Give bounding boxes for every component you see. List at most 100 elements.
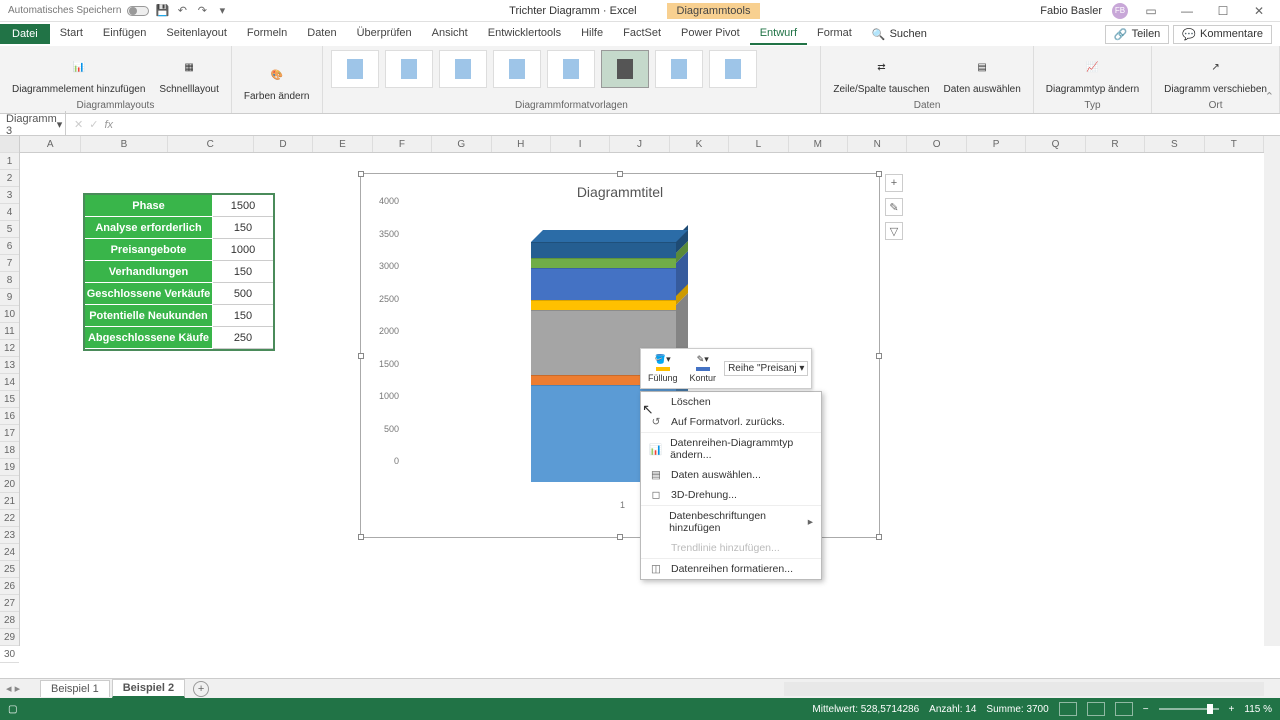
quick-layout-button[interactable]: ▦ Schnelllayout xyxy=(155,50,222,98)
chart-series-segment[interactable] xyxy=(531,300,676,310)
row-header[interactable]: 6 xyxy=(0,238,19,255)
table-row[interactable]: Geschlossene Verkäufe500 xyxy=(85,283,273,305)
ws-nav[interactable]: ◂ ▸ xyxy=(6,682,20,695)
col-header[interactable]: R xyxy=(1086,136,1145,152)
cm-changetype[interactable]: 📊Datenreihen-Diagrammtyp ändern... xyxy=(641,433,821,465)
col-header[interactable]: L xyxy=(729,136,788,152)
row-header[interactable]: 25 xyxy=(0,561,19,578)
view-pagebreak-button[interactable] xyxy=(1115,702,1133,716)
table-cell-value[interactable]: 250 xyxy=(213,327,273,349)
tab-file[interactable]: Datei xyxy=(0,24,50,44)
chart-style-thumb[interactable] xyxy=(493,50,541,88)
chart-title[interactable]: Diagrammtitel xyxy=(361,174,879,210)
table-cell-label[interactable]: Analyse erforderlich xyxy=(85,217,213,239)
avatar[interactable]: FB xyxy=(1112,3,1128,19)
row-header[interactable]: 4 xyxy=(0,204,19,221)
col-header[interactable]: G xyxy=(432,136,491,152)
tab-format[interactable]: Format xyxy=(807,23,862,45)
col-header[interactable]: B xyxy=(81,136,167,152)
table-cell-label[interactable]: Verhandlungen xyxy=(85,261,213,283)
column-headers[interactable]: ABCDEFGHIJKLMNOPQRST xyxy=(20,136,1264,153)
cm-delete[interactable]: Löschen xyxy=(641,392,821,412)
chart-style-thumb[interactable] xyxy=(709,50,757,88)
chart-style-thumb[interactable] xyxy=(385,50,433,88)
chart-style-thumb[interactable] xyxy=(331,50,379,88)
ribbon-mode-icon[interactable]: ▭ xyxy=(1138,2,1164,20)
row-header[interactable]: 13 xyxy=(0,357,19,374)
row-header[interactable]: 26 xyxy=(0,578,19,595)
fill-button[interactable]: 🪣▾ Füllung xyxy=(644,352,682,385)
chart-series-segment[interactable] xyxy=(531,242,676,258)
table-cell-label[interactable]: Abgeschlossene Käufe xyxy=(85,327,213,349)
col-header[interactable]: H xyxy=(492,136,551,152)
chart-style-thumb[interactable] xyxy=(439,50,487,88)
row-header[interactable]: 5 xyxy=(0,221,19,238)
qat-dropdown-icon[interactable]: ▾ xyxy=(215,4,229,18)
add-chart-element-button[interactable]: 📊 Diagrammelement hinzufügen xyxy=(8,50,149,98)
chart-filter-button[interactable]: ▽ xyxy=(885,222,903,240)
table-cell-value[interactable]: 150 xyxy=(213,217,273,239)
col-header[interactable]: P xyxy=(967,136,1026,152)
collapse-ribbon-icon[interactable]: ⌃ xyxy=(1265,90,1274,103)
series-selector[interactable]: Reihe "Preisanj ▾ xyxy=(724,361,808,376)
zoom-level[interactable]: 115 % xyxy=(1244,704,1272,715)
row-header[interactable]: 22 xyxy=(0,510,19,527)
chart-handle[interactable] xyxy=(876,171,882,177)
col-header[interactable]: F xyxy=(373,136,432,152)
view-pagelayout-button[interactable] xyxy=(1087,702,1105,716)
share-button[interactable]: 🔗 Teilen xyxy=(1105,25,1169,44)
redo-icon[interactable]: ↷ xyxy=(195,4,209,18)
cm-format[interactable]: ◫Datenreihen formatieren... xyxy=(641,559,821,579)
tab-power pivot[interactable]: Power Pivot xyxy=(671,23,750,45)
save-icon[interactable]: 💾 xyxy=(155,4,169,18)
col-header[interactable]: M xyxy=(789,136,848,152)
swap-rowcol-button[interactable]: ⇄ Zeile/Spalte tauschen xyxy=(829,50,933,98)
table-cell-label[interactable]: Geschlossene Verkäufe xyxy=(85,283,213,305)
row-header[interactable]: 11 xyxy=(0,323,19,340)
formula-input[interactable] xyxy=(119,117,1280,132)
chart-handle[interactable] xyxy=(358,534,364,540)
table-cell-value[interactable]: 500 xyxy=(213,283,273,305)
tab-start[interactable]: Start xyxy=(50,23,93,45)
close-icon[interactable]: ✕ xyxy=(1246,2,1272,20)
col-header[interactable]: T xyxy=(1205,136,1264,152)
chart-handle[interactable] xyxy=(617,171,623,177)
row-header[interactable]: 19 xyxy=(0,459,19,476)
chart-styles-button[interactable]: ✎ xyxy=(885,198,903,216)
tab-hilfe[interactable]: Hilfe xyxy=(571,23,613,45)
row-header[interactable]: 9 xyxy=(0,289,19,306)
row-header[interactable]: 20 xyxy=(0,476,19,493)
col-header[interactable]: D xyxy=(254,136,313,152)
row-header[interactable]: 14 xyxy=(0,374,19,391)
ws-tab-2[interactable]: Beispiel 2 xyxy=(112,679,185,698)
row-header[interactable]: 17 xyxy=(0,425,19,442)
add-sheet-button[interactable]: + xyxy=(193,681,209,697)
minimize-icon[interactable]: — xyxy=(1174,2,1200,20)
row-header[interactable]: 7 xyxy=(0,255,19,272)
horizontal-scrollbar[interactable] xyxy=(784,682,1264,696)
tab-factset[interactable]: FactSet xyxy=(613,23,671,45)
table-header-label[interactable]: Phase xyxy=(85,195,213,217)
chart-handle[interactable] xyxy=(876,353,882,359)
row-header[interactable]: 23 xyxy=(0,527,19,544)
chart-style-thumb[interactable] xyxy=(601,50,649,88)
chart-handle[interactable] xyxy=(358,353,364,359)
row-header[interactable]: 28 xyxy=(0,612,19,629)
col-header[interactable]: Q xyxy=(1026,136,1085,152)
chart-style-thumb[interactable] xyxy=(655,50,703,88)
row-header[interactable]: 29 xyxy=(0,629,19,646)
col-header[interactable]: A xyxy=(20,136,81,152)
row-header[interactable]: 12 xyxy=(0,340,19,357)
cm-datalabels[interactable]: Datenbeschriftungen hinzufügen▸ xyxy=(641,506,821,538)
chart-handle[interactable] xyxy=(876,534,882,540)
chart-handle[interactable] xyxy=(358,171,364,177)
row-header[interactable]: 16 xyxy=(0,408,19,425)
col-header[interactable]: C xyxy=(168,136,254,152)
table-row[interactable]: Analyse erforderlich150 xyxy=(85,217,273,239)
outline-button[interactable]: ✎▾ Kontur xyxy=(686,352,721,385)
row-header[interactable]: 8 xyxy=(0,272,19,289)
row-header[interactable]: 15 xyxy=(0,391,19,408)
row-header[interactable]: 27 xyxy=(0,595,19,612)
chart-style-thumb[interactable] xyxy=(547,50,595,88)
row-header[interactable]: 21 xyxy=(0,493,19,510)
